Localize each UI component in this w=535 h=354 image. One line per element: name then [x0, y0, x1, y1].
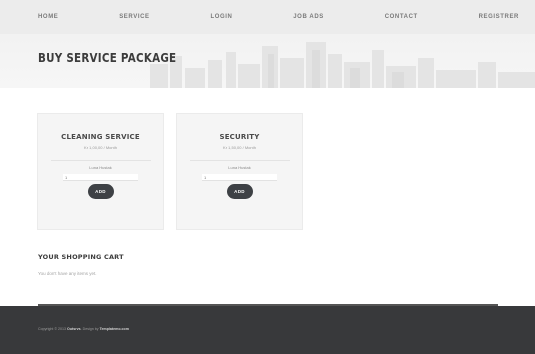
- add-to-cart-button[interactable]: ADD: [87, 184, 114, 199]
- package-option-label: Luna Hustak: [228, 165, 251, 170]
- main-nav: HOME SERVICE LOGIN JOB ADS CONTACT REGIS…: [0, 0, 535, 34]
- add-to-cart-button[interactable]: ADD: [226, 184, 253, 199]
- nav-service-link[interactable]: SERVICE: [119, 14, 149, 20]
- package-option-label: Luna Hustak: [89, 165, 112, 170]
- package-divider: [189, 160, 290, 161]
- footer-copyright: Copyright © 2013 Outsrvs. Design by Temp…: [38, 327, 129, 331]
- quantity-input[interactable]: [202, 174, 277, 181]
- footer: Copyright © 2013 Outsrvs. Design by Temp…: [0, 306, 535, 354]
- package-card-cleaning: CLEANING SERVICE Kr 1,00,00 / Month Luna…: [37, 113, 164, 230]
- package-title: CLEANING SERVICE: [61, 133, 140, 141]
- package-divider: [50, 160, 151, 161]
- site-link[interactable]: Outsrvs: [67, 327, 81, 331]
- designer-link[interactable]: Templatemo.com: [100, 327, 129, 331]
- nav-home-link[interactable]: HOME: [38, 14, 58, 20]
- shopping-cart-heading: YOUR SHOPPING CART: [38, 253, 124, 261]
- nav-register-link[interactable]: REGISTRER: [479, 14, 519, 20]
- copyright-text: Copyright © 2013: [38, 327, 67, 331]
- nav-contact-link[interactable]: CONTACT: [385, 14, 418, 20]
- package-price: Kr 1,00,00 / Month: [84, 145, 117, 150]
- design-by-text: . Design by: [80, 327, 99, 331]
- package-title: SECURITY: [219, 133, 260, 141]
- hero-banner: BUY SERVICE PACKAGE: [0, 34, 535, 88]
- quantity-input[interactable]: [63, 174, 138, 181]
- cart-empty-message: You don't have any items yet.: [38, 271, 97, 276]
- package-card-security: SECURITY Kr 1,50,00 / Month Luna Hustak …: [176, 113, 303, 230]
- nav-job-ads-link[interactable]: JOB ADS: [293, 14, 324, 20]
- package-price: Kr 1,50,00 / Month: [223, 145, 256, 150]
- nav-login-link[interactable]: LOGIN: [210, 14, 232, 20]
- page-title: BUY SERVICE PACKAGE: [38, 51, 177, 65]
